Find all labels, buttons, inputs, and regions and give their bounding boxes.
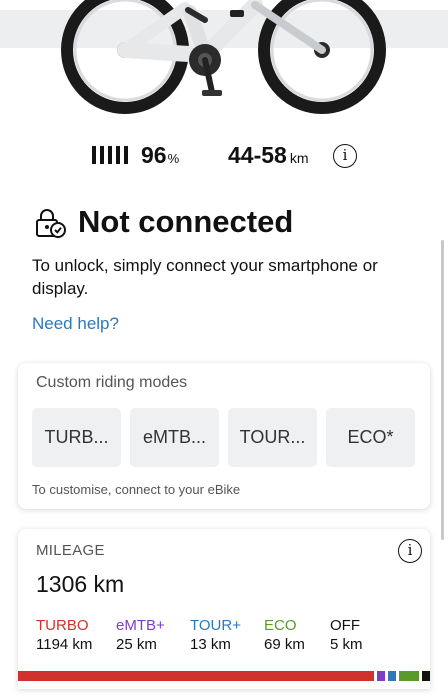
usage-bar-segment-eco: [398, 671, 420, 681]
riding-modes-list: TURB... eMTB... TOUR... ECO*: [32, 408, 415, 467]
riding-modes-title: Custom riding modes: [36, 374, 188, 391]
usage-bar-segment-off: [422, 671, 430, 681]
usage-bar-segment-emtb: [377, 671, 385, 681]
mileage-item-eco: ECO 69 km: [264, 617, 305, 655]
lock-check-icon: [36, 209, 66, 238]
mileage-mode-name: ECO: [264, 617, 297, 634]
mileage-item-turbo: TURBO 1194 km: [36, 617, 92, 655]
mileage-mode-value: 13 km: [190, 636, 231, 653]
mode-button-eco[interactable]: ECO*: [326, 408, 415, 467]
mode-button-turbo[interactable]: TURB...: [32, 408, 121, 467]
scrollbar[interactable]: [441, 240, 444, 540]
ebike-illustration: [61, 0, 386, 114]
bike-image: [0, 0, 448, 130]
connection-status-title: Not connected: [78, 204, 294, 239]
battery-level: 96%: [141, 142, 180, 168]
need-help-link[interactable]: Need help?: [32, 314, 119, 334]
mileage-mode-name: eMTB+: [116, 617, 165, 634]
riding-modes-card: Custom riding modes TURB... eMTB... TOUR…: [18, 363, 430, 509]
mileage-item-emtb: eMTB+ 25 km: [116, 617, 165, 655]
mileage-total: 1306 km: [36, 571, 125, 597]
mileage-info-icon[interactable]: i: [398, 539, 422, 563]
mode-button-tour[interactable]: TOUR...: [228, 408, 317, 467]
mileage-item-tour: TOUR+ 13 km: [190, 617, 241, 655]
mileage-mode-value: 5 km: [330, 636, 363, 653]
info-icon[interactable]: i: [333, 144, 357, 168]
riding-modes-hint: To customise, connect to your eBike: [32, 482, 241, 497]
mileage-card: MILEAGE i 1306 km TURBO 1194 km eMTB+ 25…: [18, 529, 430, 689]
mileage-mode-name: TOUR+: [190, 617, 241, 634]
bike-stats-row: 96% 44-58 km i: [0, 140, 448, 172]
mileage-mode-name: TURBO: [36, 617, 89, 634]
usage-bar-segment-turbo: [18, 671, 375, 681]
estimated-range: 44-58 km: [228, 142, 309, 168]
mileage-mode-name: OFF: [330, 617, 360, 634]
mileage-mode-value: 25 km: [116, 636, 157, 653]
battery-icon: [92, 146, 128, 164]
mileage-title: MILEAGE: [36, 542, 105, 559]
mileage-item-off: OFF 5 km: [330, 617, 363, 655]
mode-button-emtb[interactable]: eMTB...: [130, 408, 219, 467]
connection-description: To unlock, simply connect your smartphon…: [32, 256, 378, 298]
mileage-mode-value: 69 km: [264, 636, 305, 653]
mileage-usage-bar: [18, 671, 430, 681]
usage-bar-segment-tour: [387, 671, 396, 681]
mileage-mode-value: 1194 km: [36, 636, 93, 653]
